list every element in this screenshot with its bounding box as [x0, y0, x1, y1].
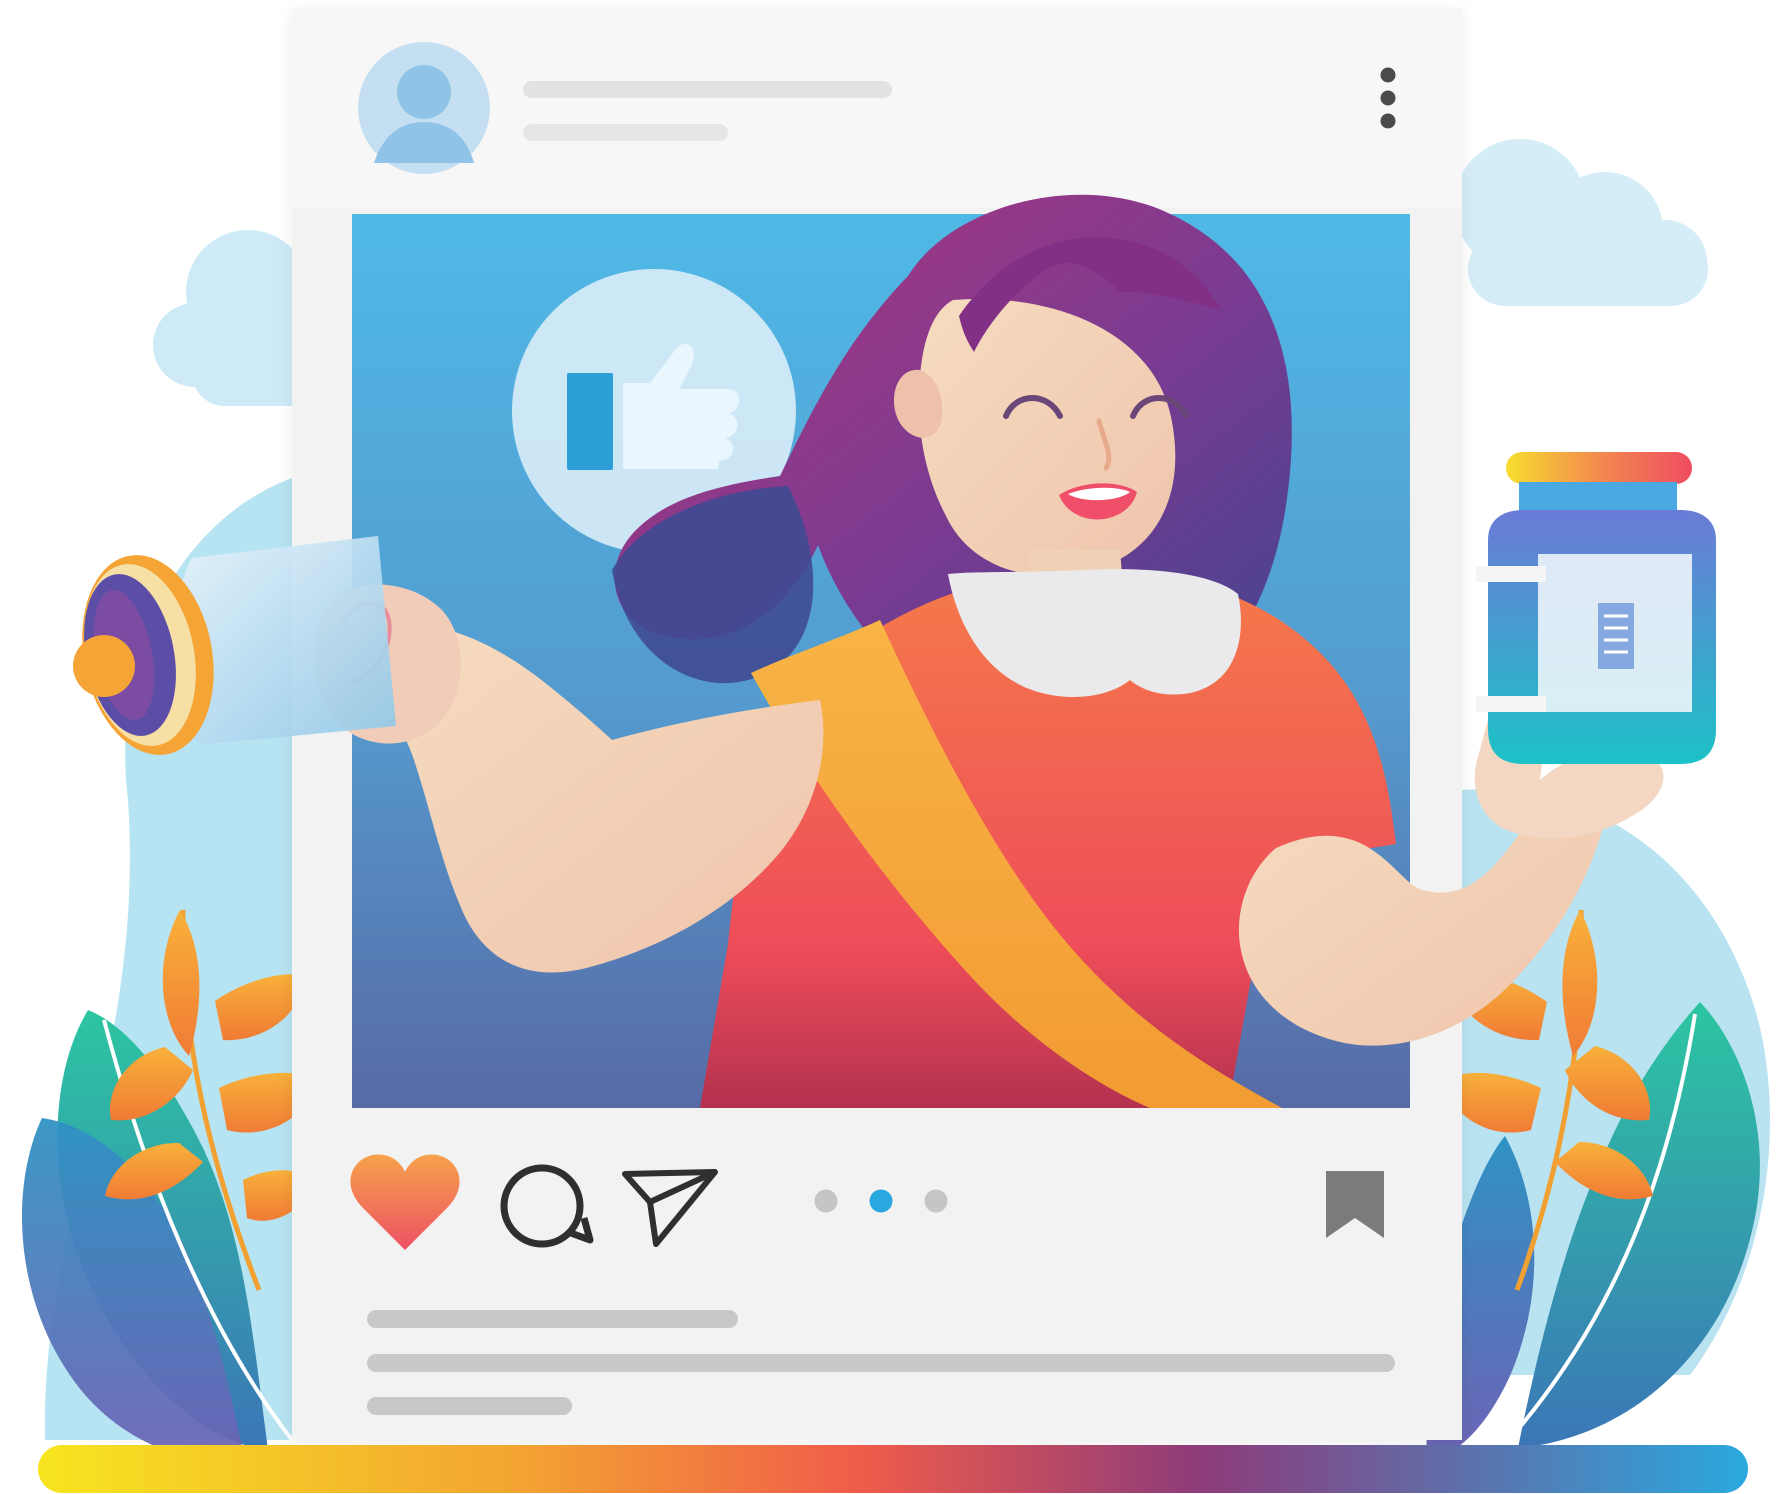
caption-placeholder: [523, 124, 728, 141]
carousel-dot-3: [924, 1189, 948, 1213]
cloud-right: [1454, 139, 1708, 306]
more-options-button[interactable]: [1372, 60, 1404, 136]
product-jar-icon: [1476, 452, 1716, 764]
comment-button[interactable]: [494, 1158, 598, 1254]
avatar-button[interactable]: [358, 42, 490, 174]
jar-neck: [1519, 482, 1677, 512]
caption-line-2: [367, 1354, 1395, 1372]
jar-cap: [1506, 452, 1692, 484]
username-placeholder: [523, 81, 892, 98]
caption-line-1: [367, 1310, 738, 1328]
caption-line-3: [367, 1397, 572, 1415]
share-button[interactable]: [620, 1162, 724, 1254]
influencer-post-illustration: [21, 8, 1770, 1493]
like-button[interactable]: [350, 1150, 462, 1254]
bottom-gradient-bar: [38, 1445, 1748, 1493]
carousel-dot-2: [869, 1189, 893, 1213]
save-button[interactable]: [1318, 1162, 1394, 1248]
carousel-dot-1: [814, 1189, 838, 1213]
